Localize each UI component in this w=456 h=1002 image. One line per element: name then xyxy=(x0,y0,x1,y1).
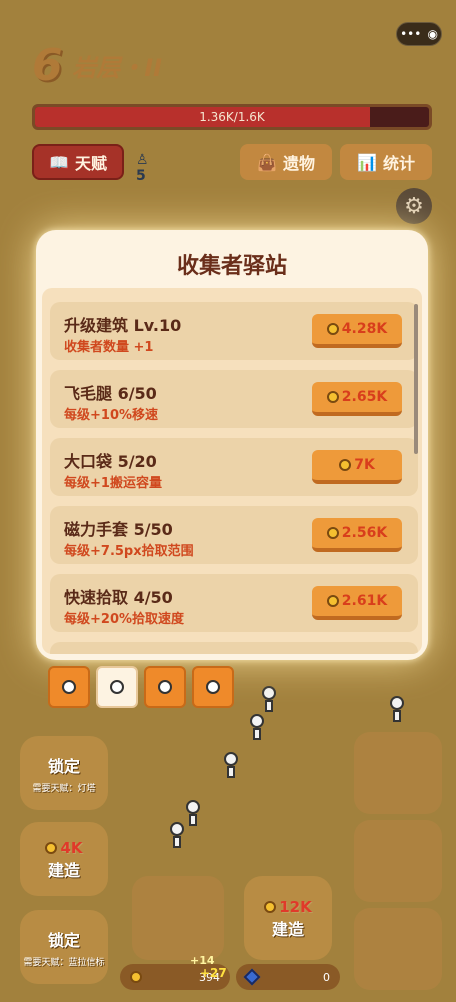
carrier-figure-icon xyxy=(206,680,220,694)
lock-requirement-2: 需要天赋：蓝拉信标 xyxy=(23,957,105,968)
upgrade-name: 快速拾取 4/50 xyxy=(64,588,173,607)
tab-hammer-worker[interactable] xyxy=(144,666,186,708)
worker-count: ♙ 5 xyxy=(136,152,149,184)
upgrade-list[interactable]: 升级建筑 Lv.10 收集者数量 +1 4.28K 飞毛腿 6/50 每级+10… xyxy=(42,288,422,654)
building-tabs xyxy=(48,666,234,708)
locked-slot-2[interactable]: 锁定 需要天赋：蓝拉信标 xyxy=(20,910,108,984)
gem-icon xyxy=(243,968,261,986)
book-icon: 📖 xyxy=(49,152,69,172)
furnace-building[interactable] xyxy=(354,732,442,814)
build-label: 建造 xyxy=(47,860,80,880)
stats-label: 统计 xyxy=(382,154,415,173)
lock-label: 锁定 xyxy=(47,756,80,776)
bar-chart-icon: 📊 xyxy=(357,152,377,172)
talent-button[interactable]: 📖 天赋 xyxy=(32,144,124,180)
upgrade-desc: 每级+1搬运容量 xyxy=(64,476,162,491)
upgrade-desc: 每级+10%移速 xyxy=(64,408,159,423)
lock-label-2: 锁定 xyxy=(47,930,80,950)
upgrade-row: 快速拾取 4/50 每级+20%拾取速度 2.61K xyxy=(50,574,418,632)
upgrade-desc: 每级+20%拾取速度 xyxy=(64,612,185,627)
coin-icon xyxy=(264,901,277,913)
upgrade-name: 磁力手套 5/50 xyxy=(64,520,173,539)
stick-figure-icon xyxy=(62,680,76,694)
upgrade-desc: 每级+7.5px拾取范围 xyxy=(64,544,194,559)
coin-icon xyxy=(45,842,58,854)
more-icon[interactable]: ••• xyxy=(400,27,421,41)
upgrade-row: 磁力手套 5/50 每级+7.5px拾取范围 2.56K xyxy=(50,506,418,564)
modal-title: 收集者驿站 xyxy=(176,254,287,279)
locked-slot-1[interactable]: 锁定 需要天赋：灯塔 xyxy=(20,736,108,810)
list-scrollbar[interactable] xyxy=(414,304,418,454)
collector-station-building[interactable] xyxy=(132,876,224,960)
worker-figure xyxy=(184,800,202,826)
upgrade-desc: 收集者数量 +1 xyxy=(64,340,154,355)
mini-program-capsule[interactable]: ••• ◉ xyxy=(396,22,442,46)
tab-worker-basic[interactable] xyxy=(48,666,90,708)
upgrade-row: 升级建筑 Lv.10 收集者数量 +1 4.28K xyxy=(50,302,418,360)
gain-popup-2: +27 xyxy=(200,966,227,980)
hammer-worker-icon xyxy=(158,680,172,694)
relic-label: 遗物 xyxy=(282,154,315,173)
close-icon[interactable]: ◉ xyxy=(427,27,437,41)
worker-count-icon: ♙ xyxy=(136,152,149,168)
buy-button[interactable]: 7K xyxy=(312,450,402,484)
level-title: 6 岩层・II xyxy=(32,40,162,91)
worker-figure xyxy=(168,822,186,848)
buy-button[interactable]: 2.56K xyxy=(312,518,402,552)
worker-figure xyxy=(248,714,266,740)
upgrade-row: 飞毛腿 6/50 每级+10%移速 2.65K xyxy=(50,370,418,428)
weight-building[interactable] xyxy=(354,820,442,902)
upgrade-row: 大口袋 5/20 每级+1搬运容量 7K xyxy=(50,438,418,496)
collector-figure-icon xyxy=(110,680,124,694)
boss-hp-bar: 1.36K/1.6K xyxy=(32,104,432,130)
coin-icon xyxy=(130,971,142,983)
upgrade-row-partial xyxy=(50,642,418,654)
buy-button[interactable]: 2.65K xyxy=(312,382,402,416)
tab-collector[interactable] xyxy=(96,666,138,708)
build-slot-1[interactable]: 4K 建造 xyxy=(20,822,108,896)
settings-gear-icon[interactable]: ⚙ xyxy=(396,188,432,224)
gem-total-value: 0 xyxy=(323,970,330,984)
worker-count-value: 5 xyxy=(136,168,146,184)
talent-label: 天赋 xyxy=(74,154,107,173)
worker-figure xyxy=(388,696,406,722)
collector-station-modal: 收集者驿站 升级建筑 Lv.10 收集者数量 +1 4.28K 飞毛腿 6/50… xyxy=(36,230,428,708)
buy-button[interactable]: 2.61K xyxy=(312,586,402,620)
lock-requirement: 需要天赋：灯塔 xyxy=(32,783,96,794)
level-name: 岩层・II xyxy=(72,54,163,82)
worker-figure xyxy=(222,752,240,778)
build-slot-2[interactable]: 12K 建造 xyxy=(244,876,332,960)
build-price: 4K xyxy=(45,838,83,857)
gem-total: 0 xyxy=(236,964,340,990)
build-label-2: 建造 xyxy=(271,919,304,939)
tent-building[interactable] xyxy=(354,908,442,990)
hp-text: 1.36K/1.6K xyxy=(199,110,265,124)
upgrade-name: 升级建筑 Lv.10 xyxy=(64,316,182,335)
relic-button[interactable]: 👜 遗物 xyxy=(240,144,332,180)
worker-figure xyxy=(260,686,278,712)
upgrade-name: 飞毛腿 6/50 xyxy=(64,384,157,403)
coin-icon xyxy=(326,391,339,403)
level-number: 6 xyxy=(32,40,63,91)
buy-button[interactable]: 4.28K xyxy=(312,314,402,348)
coin-icon xyxy=(326,323,339,335)
coin-icon xyxy=(326,595,339,607)
coin-icon xyxy=(339,459,352,471)
stats-button[interactable]: 📊 统计 xyxy=(340,144,432,180)
build-price-2: 12K xyxy=(264,897,312,916)
bag-icon: 👜 xyxy=(257,152,277,172)
coin-icon xyxy=(326,527,339,539)
upgrade-name: 大口袋 5/20 xyxy=(64,452,157,471)
tab-carrier[interactable] xyxy=(192,666,234,708)
